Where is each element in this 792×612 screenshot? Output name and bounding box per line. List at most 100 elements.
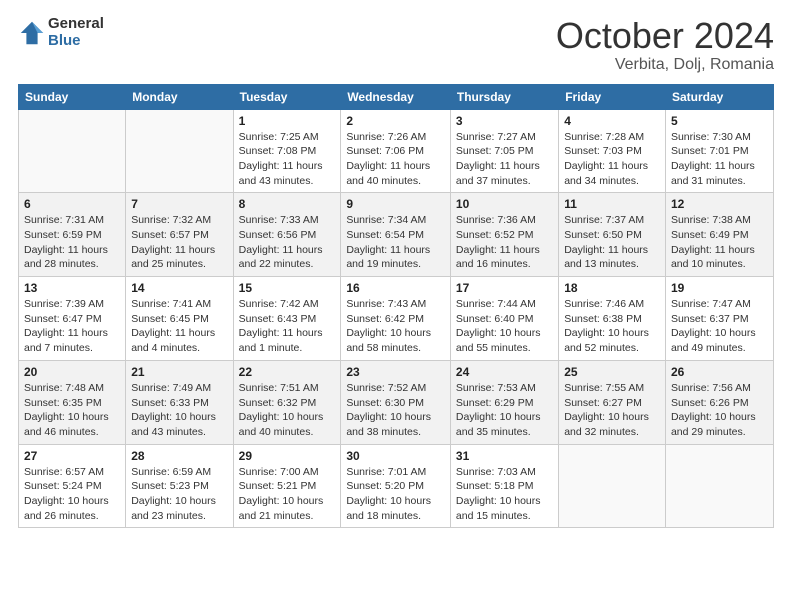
day-info: Sunrise: 7:46 AM Sunset: 6:38 PM Dayligh… <box>564 297 660 356</box>
table-row: 16 Sunrise: 7:43 AM Sunset: 6:42 PM Dayli… <box>341 277 451 361</box>
day-number: 27 <box>24 449 120 463</box>
location-title: Verbita, Dolj, Romania <box>556 56 774 74</box>
day-number: 21 <box>131 365 227 379</box>
table-row: 7 Sunrise: 7:32 AM Sunset: 6:57 PM Daylig… <box>126 193 233 277</box>
table-row: 24Sunrise: 7:53 AM Sunset: 6:29 PM Dayli… <box>450 360 558 444</box>
calendar-week-row: 27 Sunrise: 6:57 AM Sunset: 5:24 PM Dayli… <box>19 444 774 528</box>
table-row <box>19 109 126 193</box>
day-info: Sunrise: 7:52 AM Sunset: 6:30 PM Dayligh… <box>346 381 445 440</box>
table-row: 1 Sunrise: 7:25 AM Sunset: 7:08 PM Daylig… <box>233 109 341 193</box>
day-number: 16 <box>346 281 445 295</box>
day-info: Sunrise: 7:49 AM Sunset: 6:33 PM Dayligh… <box>131 381 227 440</box>
day-number: 13 <box>24 281 120 295</box>
day-info: Sunrise: 6:57 AM Sunset: 5:24 PM Dayligh… <box>24 465 120 524</box>
day-number: 9 <box>346 197 445 211</box>
day-number: 5 <box>671 114 768 128</box>
day-number: 23 <box>346 365 445 379</box>
col-friday: Friday <box>559 84 666 109</box>
day-info: Sunrise: 7:38 AM Sunset: 6:49 PM Dayligh… <box>671 213 768 272</box>
table-row: 4Sunrise: 7:28 AM Sunset: 7:03 PM Daylig… <box>559 109 666 193</box>
day-number: 28 <box>131 449 227 463</box>
day-number: 2 <box>346 114 445 128</box>
table-row <box>126 109 233 193</box>
table-row: 15 Sunrise: 7:42 AM Sunset: 6:43 PM Dayli… <box>233 277 341 361</box>
col-sunday: Sunday <box>19 84 126 109</box>
day-number: 7 <box>131 197 227 211</box>
table-row: 2 Sunrise: 7:26 AM Sunset: 7:06 PM Daylig… <box>341 109 451 193</box>
page: General Blue October 2024 Verbita, Dolj,… <box>0 0 792 612</box>
day-number: 19 <box>671 281 768 295</box>
day-info: Sunrise: 6:59 AM Sunset: 5:23 PM Dayligh… <box>131 465 227 524</box>
table-row: 6 Sunrise: 7:31 AM Sunset: 6:59 PM Daylig… <box>19 193 126 277</box>
table-row: 13 Sunrise: 7:39 AM Sunset: 6:47 PM Dayli… <box>19 277 126 361</box>
table-row: 25Sunrise: 7:55 AM Sunset: 6:27 PM Dayli… <box>559 360 666 444</box>
day-number: 6 <box>24 197 120 211</box>
month-title: October 2024 <box>556 16 774 56</box>
day-number: 1 <box>239 114 336 128</box>
day-number: 15 <box>239 281 336 295</box>
day-number: 10 <box>456 197 553 211</box>
day-info: Sunrise: 7:25 AM Sunset: 7:08 PM Dayligh… <box>239 130 336 189</box>
day-info: Sunrise: 7:41 AM Sunset: 6:45 PM Dayligh… <box>131 297 227 356</box>
day-number: 14 <box>131 281 227 295</box>
day-number: 24 <box>456 365 553 379</box>
table-row: 12 Sunrise: 7:38 AM Sunset: 6:49 PM Dayli… <box>665 193 773 277</box>
logo-icon <box>18 19 46 47</box>
day-number: 12 <box>671 197 768 211</box>
title-area: October 2024 Verbita, Dolj, Romania <box>556 16 774 74</box>
table-row: 10Sunrise: 7:36 AM Sunset: 6:52 PM Dayli… <box>450 193 558 277</box>
day-number: 20 <box>24 365 120 379</box>
table-row: 17Sunrise: 7:44 AM Sunset: 6:40 PM Dayli… <box>450 277 558 361</box>
logo-blue: Blue <box>48 33 104 50</box>
day-info: Sunrise: 7:51 AM Sunset: 6:32 PM Dayligh… <box>239 381 336 440</box>
table-row: 31Sunrise: 7:03 AM Sunset: 5:18 PM Dayli… <box>450 444 558 528</box>
table-row: 21 Sunrise: 7:49 AM Sunset: 6:33 PM Dayli… <box>126 360 233 444</box>
table-row: 8 Sunrise: 7:33 AM Sunset: 6:56 PM Daylig… <box>233 193 341 277</box>
table-row: 20 Sunrise: 7:48 AM Sunset: 6:35 PM Dayli… <box>19 360 126 444</box>
logo-text: General Blue <box>48 16 104 49</box>
calendar-header-row: Sunday Monday Tuesday Wednesday Thursday… <box>19 84 774 109</box>
col-wednesday: Wednesday <box>341 84 451 109</box>
table-row: 27 Sunrise: 6:57 AM Sunset: 5:24 PM Dayli… <box>19 444 126 528</box>
table-row: 23 Sunrise: 7:52 AM Sunset: 6:30 PM Dayli… <box>341 360 451 444</box>
day-number: 18 <box>564 281 660 295</box>
day-info: Sunrise: 7:43 AM Sunset: 6:42 PM Dayligh… <box>346 297 445 356</box>
calendar-week-row: 6 Sunrise: 7:31 AM Sunset: 6:59 PM Daylig… <box>19 193 774 277</box>
day-info: Sunrise: 7:28 AM Sunset: 7:03 PM Dayligh… <box>564 130 660 189</box>
col-tuesday: Tuesday <box>233 84 341 109</box>
table-row: 28 Sunrise: 6:59 AM Sunset: 5:23 PM Dayli… <box>126 444 233 528</box>
day-info: Sunrise: 7:00 AM Sunset: 5:21 PM Dayligh… <box>239 465 336 524</box>
table-row <box>559 444 666 528</box>
day-info: Sunrise: 7:27 AM Sunset: 7:05 PM Dayligh… <box>456 130 553 189</box>
day-info: Sunrise: 7:26 AM Sunset: 7:06 PM Dayligh… <box>346 130 445 189</box>
day-info: Sunrise: 7:32 AM Sunset: 6:57 PM Dayligh… <box>131 213 227 272</box>
table-row <box>665 444 773 528</box>
day-number: 26 <box>671 365 768 379</box>
day-number: 3 <box>456 114 553 128</box>
day-info: Sunrise: 7:31 AM Sunset: 6:59 PM Dayligh… <box>24 213 120 272</box>
table-row: 26 Sunrise: 7:56 AM Sunset: 6:26 PM Dayli… <box>665 360 773 444</box>
day-info: Sunrise: 7:42 AM Sunset: 6:43 PM Dayligh… <box>239 297 336 356</box>
table-row: 22 Sunrise: 7:51 AM Sunset: 6:32 PM Dayli… <box>233 360 341 444</box>
table-row: 5Sunrise: 7:30 AM Sunset: 7:01 PM Daylig… <box>665 109 773 193</box>
day-info: Sunrise: 7:01 AM Sunset: 5:20 PM Dayligh… <box>346 465 445 524</box>
day-info: Sunrise: 7:33 AM Sunset: 6:56 PM Dayligh… <box>239 213 336 272</box>
day-info: Sunrise: 7:34 AM Sunset: 6:54 PM Dayligh… <box>346 213 445 272</box>
day-number: 22 <box>239 365 336 379</box>
day-number: 11 <box>564 197 660 211</box>
table-row: 3 Sunrise: 7:27 AM Sunset: 7:05 PM Daylig… <box>450 109 558 193</box>
table-row: 29 Sunrise: 7:00 AM Sunset: 5:21 PM Dayli… <box>233 444 341 528</box>
day-info: Sunrise: 7:47 AM Sunset: 6:37 PM Dayligh… <box>671 297 768 356</box>
day-info: Sunrise: 7:39 AM Sunset: 6:47 PM Dayligh… <box>24 297 120 356</box>
table-row: 30Sunrise: 7:01 AM Sunset: 5:20 PM Dayli… <box>341 444 451 528</box>
day-info: Sunrise: 7:56 AM Sunset: 6:26 PM Dayligh… <box>671 381 768 440</box>
day-number: 29 <box>239 449 336 463</box>
day-info: Sunrise: 7:48 AM Sunset: 6:35 PM Dayligh… <box>24 381 120 440</box>
col-saturday: Saturday <box>665 84 773 109</box>
day-info: Sunrise: 7:44 AM Sunset: 6:40 PM Dayligh… <box>456 297 553 356</box>
day-number: 8 <box>239 197 336 211</box>
header: General Blue October 2024 Verbita, Dolj,… <box>18 16 774 74</box>
col-thursday: Thursday <box>450 84 558 109</box>
calendar-week-row: 1 Sunrise: 7:25 AM Sunset: 7:08 PM Daylig… <box>19 109 774 193</box>
table-row: 9 Sunrise: 7:34 AM Sunset: 6:54 PM Daylig… <box>341 193 451 277</box>
